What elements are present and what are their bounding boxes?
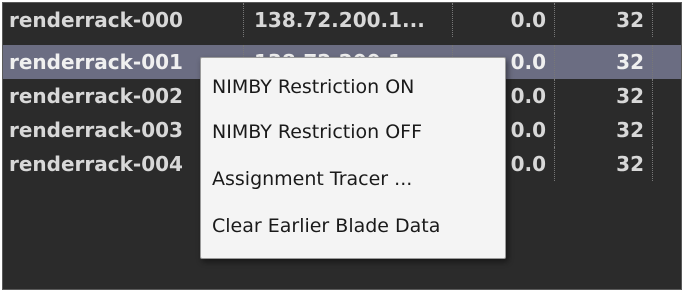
blade-extra-cell xyxy=(653,113,681,147)
blade-slots-cell: 32 xyxy=(555,79,653,113)
screenshot-frame: renderrack-000 138.72.200.1... 0.0 32 re… xyxy=(0,0,684,295)
blade-slots-cell: 32 xyxy=(555,147,653,181)
blade-name-cell: renderrack-000 xyxy=(3,3,244,37)
blade-load-cell: 0.0 xyxy=(453,3,555,37)
blade-extra-cell xyxy=(653,3,681,37)
menu-item-nimby-on[interactable]: NIMBY Restriction ON xyxy=(201,65,505,109)
blade-address-cell: 138.72.200.1... xyxy=(244,3,453,37)
menu-item-nimby-off[interactable]: NIMBY Restriction OFF xyxy=(201,110,505,154)
context-menu: NIMBY Restriction ON NIMBY Restriction O… xyxy=(200,57,506,259)
table-row[interactable]: renderrack-000 138.72.200.1... 0.0 32 xyxy=(3,3,681,37)
blade-slots-cell: 32 xyxy=(555,3,653,37)
menu-item-clear-blade-data[interactable]: Clear Earlier Blade Data xyxy=(201,204,505,248)
blade-extra-cell xyxy=(653,45,681,79)
blade-slots-cell: 32 xyxy=(555,113,653,147)
blade-slots-cell: 32 xyxy=(555,45,653,79)
menu-item-assignment-tracer[interactable]: Assignment Tracer ... xyxy=(201,157,505,201)
blade-extra-cell xyxy=(653,147,681,181)
blade-extra-cell xyxy=(653,79,681,113)
